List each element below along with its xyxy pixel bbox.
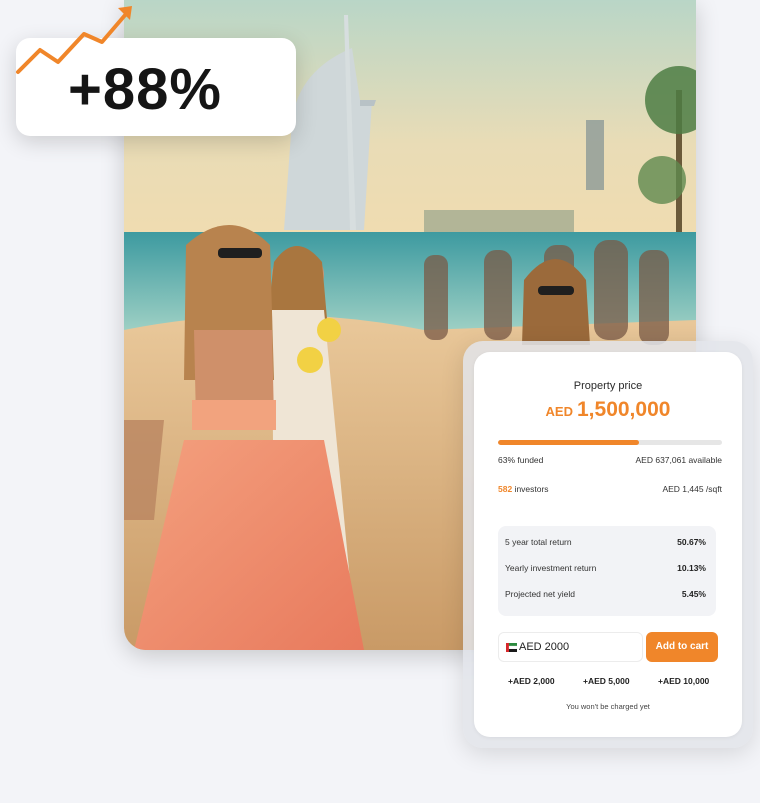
investment-card-frame: Property price AED 1,500,000 63% funded A… [463,341,753,748]
funding-progress-bar [498,440,722,445]
investors-row: 582 investors AED 1,445 /sqft [498,484,722,494]
price-currency: AED [545,404,573,419]
price-per-sqft: AED 1,445 /sqft [662,484,722,494]
return-label: 5 year total return [505,537,572,547]
return-label: Projected net yield [505,589,575,599]
investment-card: Property price AED 1,500,000 63% funded A… [474,352,742,737]
price-amount: 1,500,000 [577,398,671,421]
investment-amount-value: AED 2000 [519,641,570,653]
return-value: 5.45% [681,589,706,599]
growth-percentage: +88% [68,57,222,122]
funding-row: 63% funded AED 637,061 available [498,455,722,465]
return-row: Projected net yield 5.45% [505,589,706,599]
no-charge-note: You won't be charged yet [566,702,650,711]
return-row: 5 year total return 50.67% [505,537,706,547]
quick-amount-10000-button[interactable]: +AED 10,000 [658,676,709,686]
return-value: 10.13% [677,563,706,573]
return-row: Yearly investment return 10.13% [505,563,706,573]
property-price: AED 1,500,000 [474,398,742,422]
property-price-label: Property price [573,380,643,392]
returns-box: 5 year total return 50.67% Yearly invest… [498,526,716,616]
quick-amount-2000-button[interactable]: +AED 2,000 [508,676,555,686]
return-label: Yearly investment return [505,563,597,573]
funded-label: 63% funded [498,455,544,465]
quick-amount-5000-button[interactable]: +AED 5,000 [583,676,630,686]
investors-count: 582 [498,484,513,494]
investors-label: investors [512,484,549,494]
return-value: 50.67% [677,537,706,547]
growth-badge: +88% [16,6,296,136]
investment-amount-input[interactable]: AED 2000 [498,632,643,662]
uae-flag-icon [506,643,517,652]
available-amount: AED 637,061 available [635,455,722,465]
funding-progress-fill [498,440,640,445]
add-to-cart-button[interactable]: Add to cart [646,632,718,662]
